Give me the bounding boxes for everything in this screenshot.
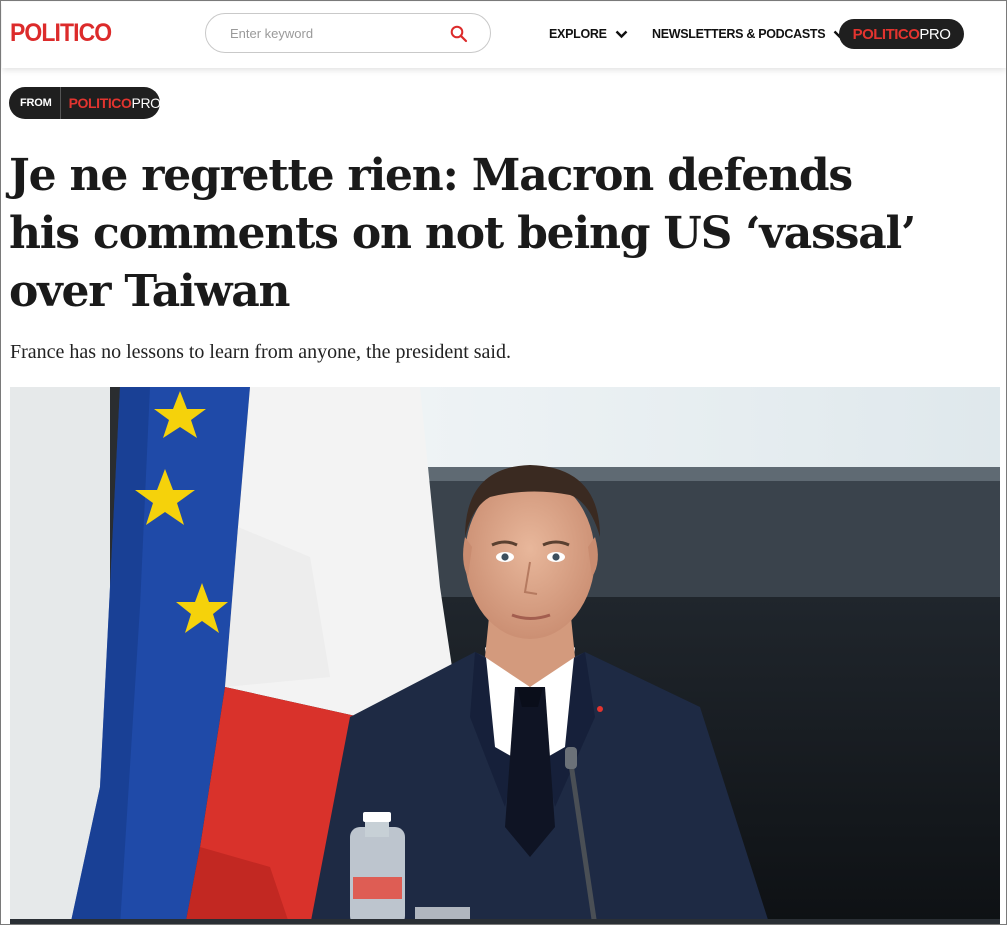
- source-badge[interactable]: FROM POLITICOPRO: [9, 87, 161, 119]
- search-input[interactable]: [230, 23, 430, 43]
- pro-button-brand: POLITICO: [852, 25, 920, 43]
- nav-explore[interactable]: EXPLORE: [549, 24, 628, 44]
- lead-photo-illustration: [10, 387, 1000, 924]
- source-badge-brand-name: POLITICO: [68, 95, 132, 111]
- source-badge-brand-suffix: PRO: [131, 95, 162, 111]
- site-header: POLITICO EXPLORE NEWSLETTERS & PODCASTS …: [2, 2, 1006, 68]
- search-icon[interactable]: [450, 25, 468, 43]
- source-badge-brand: POLITICOPRO: [61, 95, 161, 111]
- politico-logo[interactable]: POLITICO: [10, 19, 112, 48]
- politico-pro-button[interactable]: POLITICO PRO: [839, 19, 964, 49]
- nav-explore-label: EXPLORE: [549, 27, 607, 41]
- chevron-down-icon: [615, 30, 627, 38]
- nav-newsletters-label: NEWSLETTERS & PODCASTS: [652, 27, 826, 41]
- source-badge-prefix: FROM: [9, 87, 61, 119]
- search-box[interactable]: [205, 13, 491, 53]
- page: POLITICO EXPLORE NEWSLETTERS & PODCASTS …: [0, 0, 1007, 925]
- nav-newsletters-podcasts[interactable]: NEWSLETTERS & PODCASTS: [652, 24, 846, 44]
- article-headline: Je ne regrette rien: Macron defends his …: [9, 150, 916, 317]
- article-lead-image: [10, 387, 1000, 924]
- article-dek: France has no lessons to learn from anyo…: [10, 341, 511, 363]
- pro-button-suffix: PRO: [919, 25, 951, 43]
